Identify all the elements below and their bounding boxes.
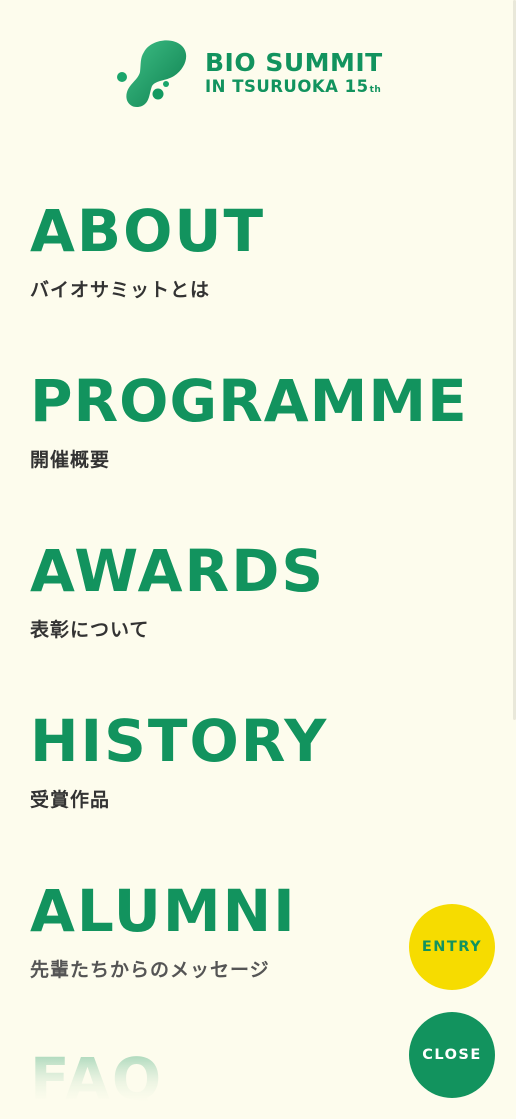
entry-button[interactable]: ENTRY bbox=[409, 904, 495, 990]
menu-item-about[interactable]: ABOUT バイオサミットとは bbox=[30, 198, 265, 302]
menu-item-subtitle: 先輩たちからのメッセージ bbox=[30, 959, 270, 981]
close-menu-button[interactable]: CLOSE bbox=[409, 1012, 495, 1098]
menu-item-programme[interactable]: PROGRAMME 開催概要 bbox=[30, 368, 468, 472]
menu-item-title: ALUMNI bbox=[30, 877, 297, 945]
site-logo[interactable]: BIO SUMMIT IN TSURUOKA 15th bbox=[110, 36, 410, 116]
menu-item-title: ABOUT bbox=[30, 197, 266, 265]
menu-item-history[interactable]: HISTORY 受賞作品 bbox=[30, 708, 328, 812]
logo-ordinal: th bbox=[369, 85, 382, 95]
menu-scrollbar[interactable] bbox=[512, 0, 516, 1119]
menu-item-subtitle: 受賞作品 bbox=[30, 789, 111, 811]
menu-item-alumni[interactable]: ALUMNI 先輩たちからのメッセージ bbox=[30, 878, 297, 982]
menu-item-subtitle: バイオサミットとは bbox=[30, 279, 211, 301]
menu-overlay: BIO SUMMIT IN TSURUOKA 15th ABOUT バイオサミッ… bbox=[0, 0, 516, 1119]
bio-summit-blob-icon bbox=[117, 40, 187, 108]
logo-subtitle-main: IN TSURUOKA 15 bbox=[205, 77, 369, 96]
logo-wordmark: BIO SUMMIT IN TSURUOKA 15th bbox=[205, 49, 383, 100]
menu-item-subtitle: 開催概要 bbox=[30, 449, 111, 471]
menu-item-title: FAQ bbox=[30, 1045, 164, 1113]
menu-item-subtitle: 表彰について bbox=[30, 619, 150, 641]
menu-item-faq[interactable]: FAQ bbox=[30, 1046, 163, 1112]
menu-item-title: AWARDS bbox=[30, 537, 326, 605]
menu-item-title: HISTORY bbox=[30, 707, 329, 775]
logo-subtitle: IN TSURUOKA 15th bbox=[205, 77, 383, 100]
logo-title: BIO SUMMIT bbox=[205, 48, 383, 77]
menu-item-title: PROGRAMME bbox=[30, 367, 468, 435]
menu-item-awards[interactable]: AWARDS 表彰について bbox=[30, 538, 325, 642]
